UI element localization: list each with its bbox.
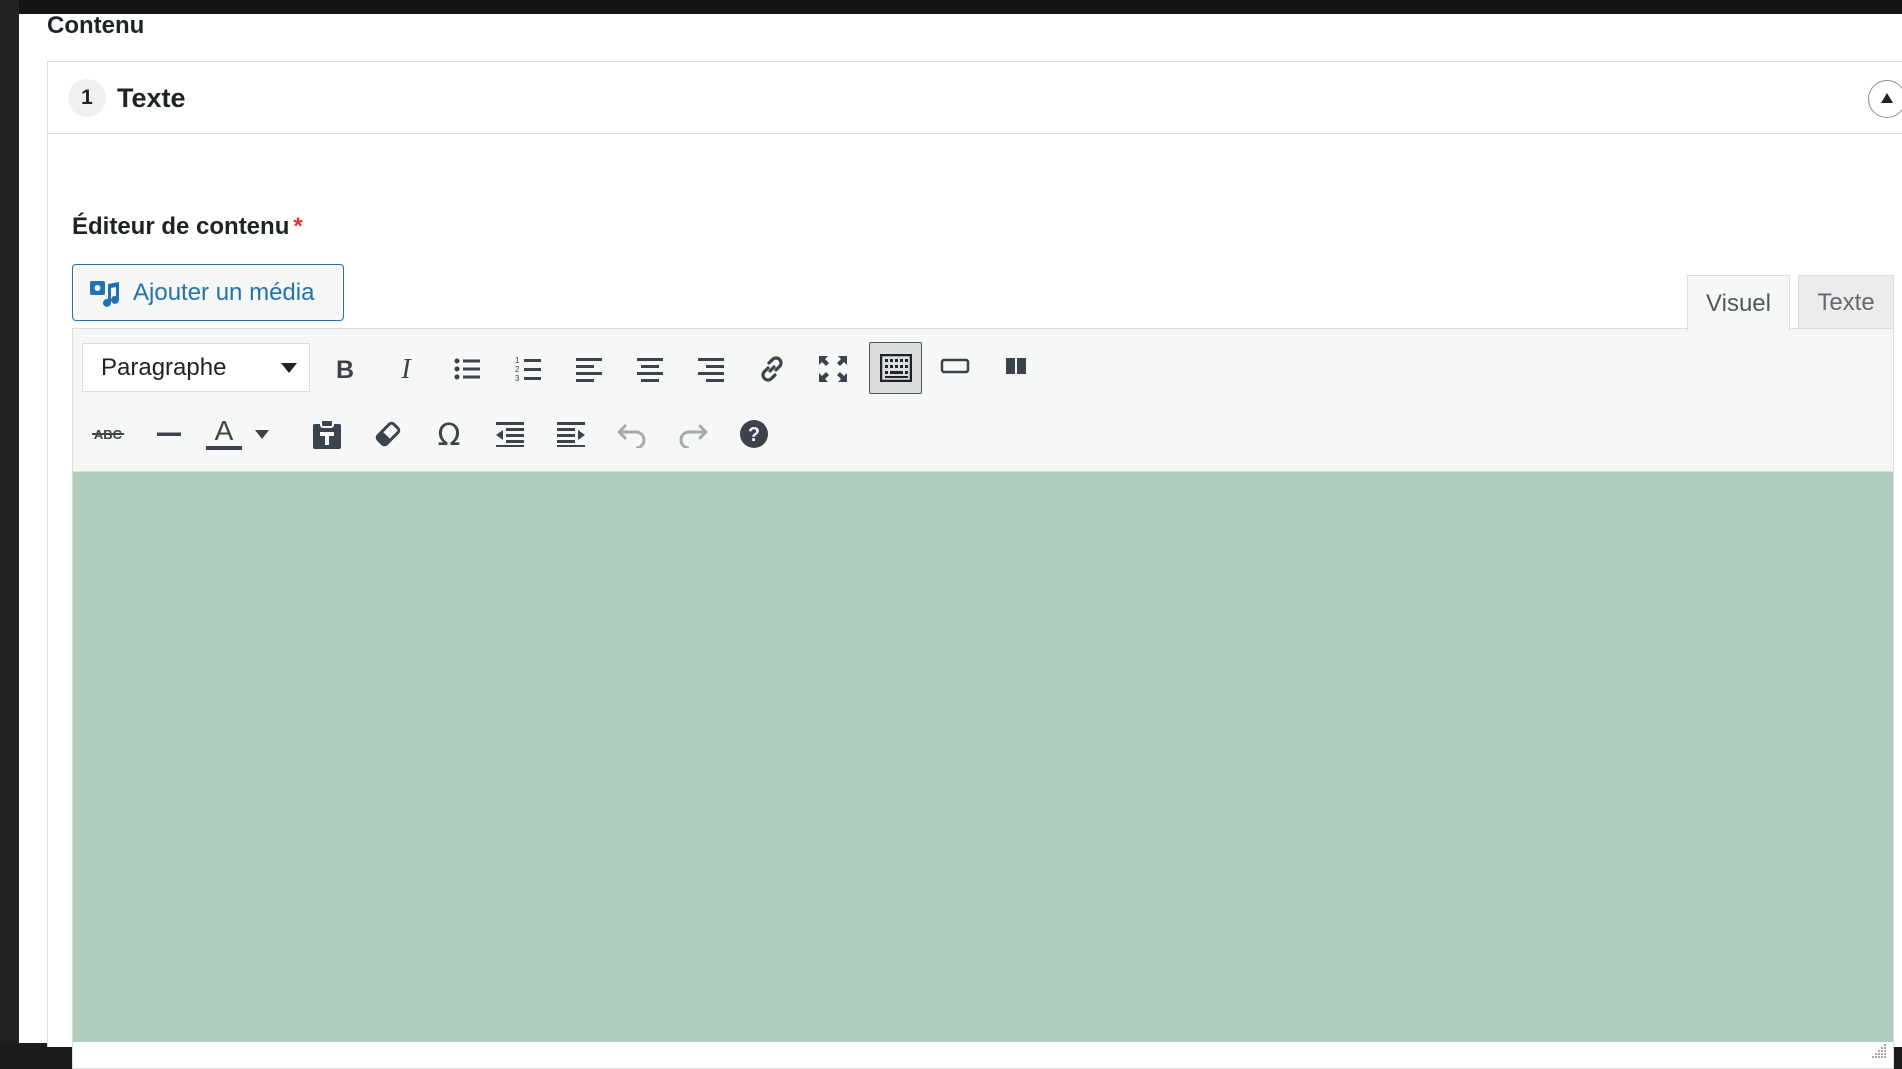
repeater-row: 1 Texte Éditeur de contenu * Ajouter un …	[47, 61, 1902, 1069]
read-more-icon	[940, 358, 970, 374]
numbered-list-icon: 1 2 3	[515, 356, 541, 383]
svg-text:?: ?	[748, 424, 760, 446]
redo-icon	[679, 424, 708, 448]
format-select[interactable]: Paragraphe	[82, 343, 310, 392]
help-button[interactable]: ?	[729, 409, 779, 459]
bold-icon: B	[336, 356, 354, 382]
chevron-down-icon	[281, 363, 297, 373]
horizontal-line-button[interactable]	[144, 409, 194, 459]
columns-button[interactable]	[991, 341, 1041, 391]
field-label-text: Éditeur de contenu	[72, 213, 290, 240]
redo-button[interactable]	[668, 409, 718, 459]
clear-formatting-icon	[375, 421, 401, 447]
text-color-icon: A	[206, 416, 242, 450]
media-icon	[89, 278, 121, 308]
italic-icon: I	[400, 356, 412, 382]
link-button[interactable]	[747, 344, 797, 394]
svg-text:I: I	[400, 356, 412, 382]
resize-handle-icon[interactable]	[1871, 1043, 1887, 1064]
screen: Contenu 1 Texte Éditeur de contenu * Ajo…	[0, 0, 1902, 1069]
format-select-value: Paragraphe	[101, 353, 227, 381]
editor-toolbar: Paragraphe B I 1 2 3 ABC A Ω ?	[73, 329, 1893, 472]
align-center-icon	[637, 358, 663, 382]
undo-icon	[617, 424, 646, 448]
svg-text:3: 3	[515, 374, 520, 383]
svg-text:1: 1	[515, 356, 520, 365]
tab-visual[interactable]: Visuel	[1687, 275, 1790, 331]
text-color-dropdown[interactable]	[247, 409, 277, 459]
strikethrough-icon: ABC	[92, 427, 124, 442]
read-more-button[interactable]	[930, 341, 980, 391]
horizontal-line-icon	[157, 432, 181, 436]
align-left-icon	[576, 358, 602, 382]
add-media-button[interactable]: Ajouter un média	[72, 264, 344, 321]
fullscreen-button[interactable]	[808, 344, 858, 394]
indent-button[interactable]	[546, 409, 596, 459]
special-character-button[interactable]: Ω	[424, 409, 474, 459]
bullet-list-button[interactable]	[442, 344, 492, 394]
align-right-button[interactable]	[686, 344, 736, 394]
toolbar-toggle-button[interactable]	[869, 342, 922, 394]
link-icon	[761, 356, 783, 382]
required-mark: *	[293, 213, 303, 240]
svg-text:2: 2	[515, 365, 520, 374]
undo-button[interactable]	[607, 409, 657, 459]
svg-text:A: A	[215, 416, 234, 446]
fullscreen-icon	[819, 356, 847, 382]
edit-page: Contenu 1 Texte Éditeur de contenu * Ajo…	[19, 12, 1902, 1069]
collapse-button[interactable]	[1868, 80, 1902, 118]
bold-button[interactable]: B	[320, 344, 370, 394]
toolbar-toggle-icon	[879, 354, 912, 382]
outdent-button[interactable]	[485, 409, 535, 459]
top-dark-strip	[0, 0, 1902, 14]
numbered-list-button[interactable]: 1 2 3	[503, 344, 553, 394]
tab-text[interactable]: Texte	[1798, 275, 1894, 330]
editor-content-area[interactable]	[73, 472, 1893, 1042]
svg-text:B: B	[336, 356, 354, 382]
field-label: Éditeur de contenu *	[72, 213, 303, 241]
paste-text-button[interactable]	[302, 409, 352, 459]
repeater-row-header[interactable]: 1 Texte	[48, 62, 1902, 134]
strikethrough-button[interactable]: ABC	[83, 409, 133, 459]
section-title: Contenu	[47, 12, 145, 39]
special-character-icon: Ω	[438, 419, 461, 449]
align-left-button[interactable]	[564, 344, 614, 394]
paste-text-icon	[313, 419, 341, 449]
wysiwyg-editor: Paragraphe B I 1 2 3 ABC A Ω ?	[72, 328, 1894, 1069]
add-media-label: Ajouter un média	[133, 278, 315, 306]
chevron-down-icon	[255, 430, 269, 439]
triangle-up-icon	[1881, 90, 1893, 108]
align-center-button[interactable]	[625, 344, 675, 394]
row-title: Texte	[117, 83, 186, 113]
row-number-badge: 1	[68, 79, 106, 117]
editor-status-bar	[73, 1042, 1893, 1068]
outdent-icon	[496, 422, 524, 447]
columns-icon	[1006, 358, 1026, 374]
text-color-button[interactable]: A	[201, 409, 247, 459]
bullet-list-icon	[454, 358, 480, 380]
help-icon: ?	[740, 420, 768, 448]
clear-formatting-button[interactable]	[363, 409, 413, 459]
indent-icon	[557, 422, 585, 447]
italic-button[interactable]: I	[381, 344, 431, 394]
left-dark-strip	[0, 0, 19, 1043]
align-right-icon	[698, 358, 724, 382]
svg-text:Ω: Ω	[438, 419, 461, 449]
